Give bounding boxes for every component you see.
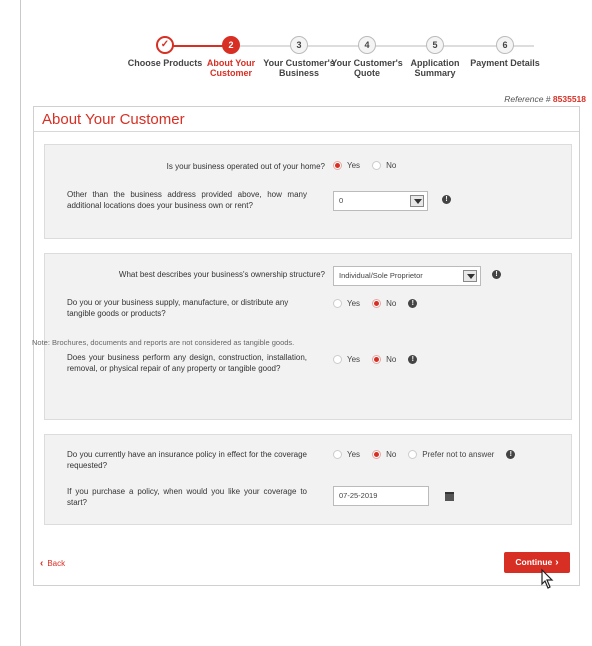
coverage-start-date-input[interactable]: 07-25-2019: [333, 486, 429, 506]
info-icon[interactable]: !: [442, 195, 451, 204]
calendar-icon[interactable]: [445, 492, 454, 501]
question-current-policy: Do you currently have an insurance polic…: [67, 450, 307, 470]
step-your-customers-quote: 4 Your Customer's Quote: [328, 32, 406, 78]
chevron-right-icon: ›: [555, 557, 559, 568]
check-icon: ✓: [156, 36, 174, 54]
question-physical-repair: Does your business perform any design, c…: [67, 353, 307, 373]
insurance-policy-panel: Do you currently have an insurance polic…: [44, 434, 572, 525]
goods-no-radio[interactable]: No: [372, 299, 396, 308]
repair-no-radio[interactable]: No: [372, 355, 396, 364]
step-label: Your Customer's Business: [263, 58, 335, 78]
continue-label: Continue: [515, 557, 553, 567]
progress-stepper: ✓ Choose Products 2 About Your Customer …: [116, 32, 546, 112]
question-additional-locations: Other than the business address provided…: [67, 190, 307, 210]
policy-yes-radio[interactable]: Yes: [333, 450, 360, 459]
step-number: 3: [290, 36, 308, 54]
policy-radio-group: Yes No Prefer not to answer !: [333, 450, 516, 459]
reference-number: Reference # 8535518: [504, 94, 586, 104]
policy-no-radio[interactable]: No: [372, 450, 396, 459]
step-number: 6: [496, 36, 514, 54]
repair-yes-radio[interactable]: Yes: [333, 355, 360, 364]
locations-select[interactable]: 0: [333, 191, 428, 211]
policy-prefer-not-radio[interactable]: Prefer not to answer: [408, 450, 494, 459]
step-number: 5: [426, 36, 444, 54]
home-locations-panel: Is your business operated out of your ho…: [44, 144, 572, 239]
chevron-down-icon: [463, 270, 477, 282]
back-link[interactable]: ‹ Back: [40, 558, 65, 569]
page-title: About Your Customer: [34, 107, 579, 132]
mouse-cursor-icon: [541, 568, 554, 589]
info-icon[interactable]: !: [506, 450, 516, 459]
back-label: Back: [47, 559, 66, 568]
question-tangible-goods: Do you or your business supply, manufact…: [67, 298, 289, 318]
step-label: Payment Details: [470, 58, 540, 68]
step-label: Your Customer's Quote: [331, 58, 403, 78]
about-customer-card: About Your Customer Is your business ope…: [32, 106, 580, 586]
goods-radio-group: Yes No !: [333, 299, 418, 308]
step-label: Application Summary: [410, 58, 460, 78]
step-application-summary: 5 Application Summary: [396, 32, 474, 78]
ownership-select[interactable]: Individual/Sole Proprietor: [333, 266, 481, 286]
goods-yes-radio[interactable]: Yes: [333, 299, 360, 308]
info-icon[interactable]: !: [408, 299, 418, 308]
home-yes-radio[interactable]: Yes: [333, 161, 360, 170]
info-icon[interactable]: !: [408, 355, 418, 364]
ownership-goods-panel: What best describes your business's owne…: [32, 253, 572, 420]
question-home-based: Is your business operated out of your ho…: [166, 162, 325, 171]
home-based-radio-group: Yes No: [333, 161, 408, 170]
reference-value: 8535518: [552, 94, 586, 104]
step-your-customers-business: 3 Your Customer's Business: [260, 32, 338, 78]
chevron-down-icon: [410, 195, 424, 207]
chevron-left-icon: ‹: [40, 558, 44, 569]
step-label: About Your Customer: [206, 58, 256, 78]
step-about-your-customer[interactable]: 2 About Your Customer: [192, 32, 270, 78]
question-coverage-start: If you purchase a policy, when would you…: [67, 487, 307, 507]
step-number: 4: [358, 36, 376, 54]
step-payment-details: 6 Payment Details: [466, 32, 544, 68]
home-no-radio[interactable]: No: [372, 161, 396, 170]
step-number: 2: [222, 36, 240, 54]
repair-radio-group: Yes No !: [333, 355, 418, 364]
reference-label: Reference #: [504, 94, 551, 104]
question-ownership-structure: What best describes your business's owne…: [118, 270, 325, 279]
info-icon[interactable]: !: [492, 270, 501, 279]
tangible-goods-note: Note: Brochures, documents and reports a…: [32, 338, 295, 347]
